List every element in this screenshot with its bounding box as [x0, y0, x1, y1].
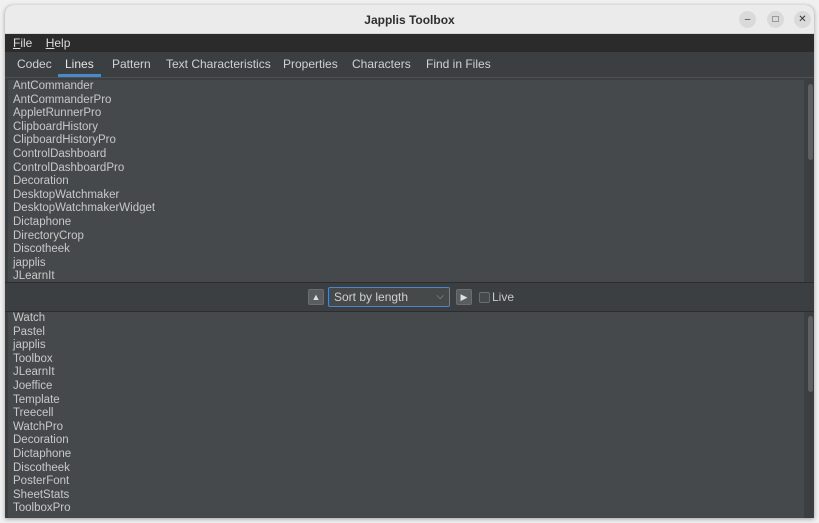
list-item[interactable]: AppletRunnerPro [8, 107, 804, 121]
list-item[interactable]: AntCommanderPro [8, 94, 804, 108]
close-button[interactable]: ✕ [794, 11, 811, 28]
list-item[interactable]: ClipboardHistory [8, 121, 804, 135]
list-item[interactable]: Pastel [8, 326, 804, 340]
live-label: Live [492, 290, 515, 304]
output-text-area[interactable]: Watch Pastel japplis Toolbox JLearnIt Joeffic… [8, 312, 804, 518]
upload-arrow-icon: ▲ [311, 292, 321, 302]
sort-select[interactable]: Sort by length ⌵ [328, 287, 450, 307]
tab-text-characteristics[interactable]: Text Characteristics [159, 52, 278, 77]
list-item[interactable]: ControlDashboard [8, 148, 804, 162]
list-item[interactable]: Watch [8, 312, 804, 326]
tab-codec[interactable]: Codec [10, 52, 59, 77]
title-bar: Japplis Toolbox – □ ✕ [5, 5, 814, 34]
live-checkbox[interactable] [479, 292, 490, 303]
sort-select-value: Sort by length [334, 290, 409, 304]
list-item[interactable]: DirectoryCrop [8, 230, 804, 244]
list-item[interactable]: Toolbox [8, 353, 804, 367]
list-item[interactable]: WatchPro [8, 421, 804, 435]
list-item[interactable]: Discotheek [8, 243, 804, 257]
output-scrollbar-thumb[interactable] [808, 316, 813, 392]
list-item[interactable]: Treecell [8, 407, 804, 421]
maximize-button[interactable]: □ [767, 11, 784, 28]
list-item[interactable]: Decoration [8, 434, 804, 448]
menu-file[interactable]: File [13, 36, 32, 50]
app-window: Japplis Toolbox – □ ✕ File Help Codec Li… [5, 5, 814, 518]
list-item[interactable]: PosterFont [8, 475, 804, 489]
list-item[interactable]: Discotheek [8, 462, 804, 476]
tab-pattern[interactable]: Pattern [105, 52, 158, 77]
list-item[interactable]: Joeffice [8, 380, 804, 394]
list-item[interactable]: ToolboxPro [8, 502, 804, 516]
chevron-down-icon: ⌵ [436, 291, 444, 302]
tab-lines[interactable]: Lines [58, 52, 101, 77]
tab-properties[interactable]: Properties [276, 52, 345, 77]
input-text-area[interactable]: AntCommander AntCommanderPro AppletRunnerP… [8, 80, 804, 282]
list-item[interactable]: japplis [8, 257, 804, 271]
tab-find-in-files[interactable]: Find in Files [419, 52, 498, 77]
list-item[interactable]: DesktopWatchmaker [8, 189, 804, 203]
list-item[interactable]: ClipboardHistoryPro [8, 134, 804, 148]
lines-toolbar: ▲ Sort by length ⌵ ▶ Live [5, 282, 814, 312]
input-scrollbar-thumb[interactable] [808, 84, 813, 160]
list-item[interactable]: ControlDashboardPro [8, 162, 804, 176]
list-item[interactable]: SheetStats [8, 489, 804, 503]
input-scrollbar[interactable] [807, 80, 814, 282]
play-icon: ▶ [460, 292, 468, 302]
menu-help-label: elp [54, 36, 71, 50]
list-item[interactable]: Dictaphone [8, 448, 804, 462]
window-title: Japplis Toolbox [364, 13, 455, 27]
list-item[interactable]: japplis [8, 339, 804, 353]
menu-help[interactable]: Help [46, 36, 71, 50]
list-item[interactable]: DesktopWatchmakerWidget [8, 202, 804, 216]
output-scrollbar[interactable] [807, 312, 814, 518]
move-up-button[interactable]: ▲ [308, 289, 324, 305]
list-item[interactable]: JLearnIt [8, 270, 804, 282]
list-item[interactable]: JLearnIt [8, 366, 804, 380]
list-item[interactable]: Dictaphone [8, 216, 804, 230]
list-item[interactable]: Decoration [8, 175, 804, 189]
menu-bar: File Help [5, 34, 814, 52]
tab-bar: Codec Lines Pattern Text Characteristics… [5, 52, 814, 78]
tab-characters[interactable]: Characters [345, 52, 418, 77]
run-button[interactable]: ▶ [456, 289, 472, 305]
list-item[interactable]: AntCommander [8, 80, 804, 94]
minimize-button[interactable]: – [739, 11, 756, 28]
menu-file-label: ile [20, 36, 33, 50]
list-item[interactable]: Template [8, 394, 804, 408]
